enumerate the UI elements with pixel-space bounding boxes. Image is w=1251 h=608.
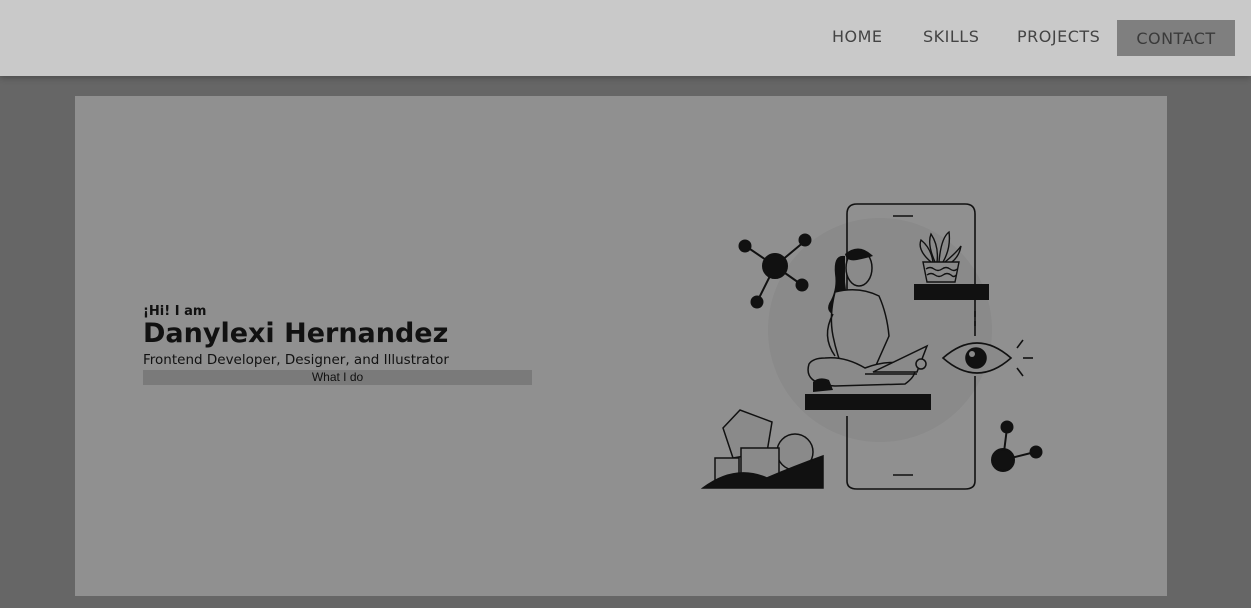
what-i-do-button[interactable]: What I do — [143, 370, 532, 385]
hero-greeting: ¡Hi! I am — [143, 304, 207, 319]
nav-contact-button[interactable]: CONTACT — [1117, 20, 1235, 56]
hero-name: Danylexi Hernandez — [143, 318, 449, 349]
nav-projects-link[interactable]: PROJECTS — [1017, 27, 1100, 46]
navbar: HOME SKILLS PROJECTS CONTACT — [0, 0, 1251, 76]
geometric-shapes-icon — [700, 409, 824, 489]
desk-shelf — [805, 394, 931, 410]
nav-skills-link[interactable]: SKILLS — [923, 27, 979, 46]
hero-illustration — [700, 203, 1043, 490]
nav-home-link[interactable]: HOME — [832, 27, 883, 46]
plant-shelf — [914, 284, 989, 300]
hero-section: ¡Hi! I am Danylexi Hernandez Frontend De… — [75, 96, 1167, 596]
hero-subtitle: Frontend Developer, Designer, and Illust… — [143, 352, 449, 368]
small-molecule-icon — [991, 420, 1043, 472]
